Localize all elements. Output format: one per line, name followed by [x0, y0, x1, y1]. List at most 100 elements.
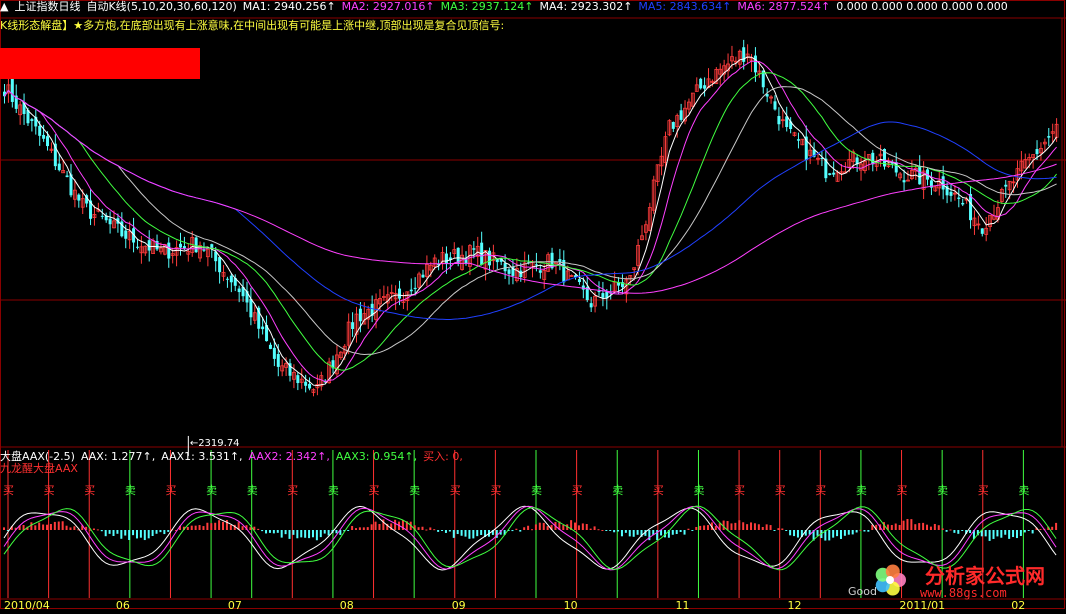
x-axis-label: 06 [116, 599, 130, 610]
aax-histogram-bar [198, 525, 201, 530]
ma-settings-label[interactable]: 自动K线(5,10,20,30,60,120) [86, 0, 236, 13]
aax-histogram-bar [104, 530, 107, 537]
candle-body [272, 347, 276, 359]
signal-label-buy: 买 [775, 484, 786, 497]
aax-histogram-bar [546, 526, 549, 530]
candle-body [703, 85, 707, 89]
candle-body [182, 246, 186, 249]
site-logo[interactable]: 分析家公式网 [925, 560, 1045, 589]
aax-histogram-bar [605, 530, 608, 531]
aax-histogram-bar [761, 526, 764, 530]
ma-line-5 [4, 56, 1058, 387]
aax-histogram-bar [288, 530, 291, 539]
x-axis-label: 12 [787, 599, 801, 610]
aax-histogram-bar [1019, 530, 1022, 536]
aax-histogram-bar [327, 530, 330, 536]
ma-line-60 [4, 89, 1057, 320]
candle-body [589, 303, 593, 308]
aax-histogram-bar [894, 523, 897, 530]
aax-histogram-bar [996, 530, 999, 537]
candle-body [444, 253, 448, 264]
aax-histogram-bar [847, 530, 850, 535]
aax-histogram-bar [272, 530, 275, 534]
candle-body [577, 279, 581, 283]
signal-label-sell: 卖 [693, 484, 704, 497]
signal-label-buy: 买 [978, 484, 989, 497]
aax-histogram-bar [284, 530, 287, 535]
aax-histogram-bar [257, 528, 260, 530]
candle-body [495, 259, 499, 263]
aax-line-2 [3, 505, 1057, 571]
aax-histogram-bar [511, 530, 514, 532]
candle-body [871, 152, 875, 165]
candle-body [276, 354, 280, 367]
chart-canvas: ←2319.74 买 买 买 卖 买 卖 卖 买 卖 买 卖 买 买 卖 买 卖 买 卖 买 买 买 卖 买 卖 买 卖 2010/0… [0, 0, 1066, 612]
aax-histogram-bar [276, 530, 279, 533]
aax-histogram-bar [374, 521, 377, 530]
signal-label-sell: 卖 [206, 484, 217, 497]
up-arrow-icon[interactable]: ▲ [0, 0, 8, 13]
aax-histogram-bar [186, 526, 189, 530]
aax-histogram-bar [112, 530, 115, 536]
aax-histogram-bar [628, 530, 631, 537]
aax-histogram-bar [65, 525, 68, 530]
aax-histogram-bar [268, 530, 271, 533]
signal-label-buy: 买 [653, 484, 664, 497]
aax-value-4: 买入: 0, [423, 450, 463, 463]
signal-label-sell: 卖 [409, 484, 420, 497]
aax-histogram-bar [202, 526, 205, 530]
aax-histogram-bar [597, 529, 600, 531]
aax-histogram-bar [734, 522, 737, 530]
aax-histogram-bar [679, 530, 682, 533]
aax-histogram-bar [319, 530, 322, 538]
aax-histogram-bar [135, 530, 138, 539]
site-url[interactable]: www.88gs.com [920, 586, 1007, 600]
aax-histogram-bar [906, 519, 909, 530]
x-axis-label: 02 [1011, 599, 1025, 610]
candle-body [124, 230, 128, 239]
aax-value-1: AAX1: 3.531↑, [161, 450, 243, 463]
ma-value-3: MA4: 2923.302↑ [539, 0, 633, 13]
aax-histogram-bar [828, 530, 831, 541]
aax-line-1 [3, 505, 1057, 571]
aax-histogram-bar [609, 530, 612, 531]
aax-histogram-bar [421, 526, 424, 530]
chart-title: 上证指数日线 [14, 0, 81, 13]
candle-body [358, 308, 362, 322]
signal-label-sell: 卖 [328, 484, 339, 497]
aax-histogram-bar [1023, 530, 1026, 533]
aax-histogram-bar [304, 530, 307, 538]
aax-histogram-bar [750, 522, 753, 530]
candle-body [308, 383, 312, 389]
aax-histogram-bar [30, 522, 33, 530]
aax-histogram-bar [781, 528, 784, 530]
aax-histogram-bar [699, 525, 702, 530]
signal-label-buy: 买 [734, 484, 745, 497]
aax-histogram-bar [100, 530, 103, 532]
aax-histogram-bar [335, 530, 338, 534]
aax-histogram-bar [742, 522, 745, 530]
aax-histogram-bar [1012, 530, 1015, 538]
aax-histogram-bar [577, 525, 580, 530]
x-axis-label: 10 [564, 599, 578, 610]
aax-histogram-bar [562, 524, 565, 530]
candle-body [456, 247, 460, 263]
signal-label-sell: 卖 [247, 484, 258, 497]
aax-histogram-bar [452, 530, 455, 538]
candle-body [229, 275, 233, 283]
aax-histogram-bar [355, 528, 357, 530]
aax-histogram-bar [855, 530, 858, 533]
aax-histogram-bar [534, 524, 537, 530]
aax-histogram-bar [542, 522, 545, 530]
aax-histogram-bar [42, 524, 45, 530]
ma-value-4: MA5: 2843.634↑ [638, 0, 732, 13]
aax-histogram-bar [108, 530, 111, 534]
aax-histogram-bar [1004, 530, 1007, 535]
x-axis-label: 09 [452, 599, 466, 610]
candle-body [472, 248, 476, 250]
aax-histogram-bar [311, 530, 314, 538]
aax-histogram-bar [437, 530, 440, 532]
candle-body [601, 293, 605, 298]
aax-histogram-bar [953, 530, 956, 533]
ma-line-10 [4, 60, 1057, 383]
